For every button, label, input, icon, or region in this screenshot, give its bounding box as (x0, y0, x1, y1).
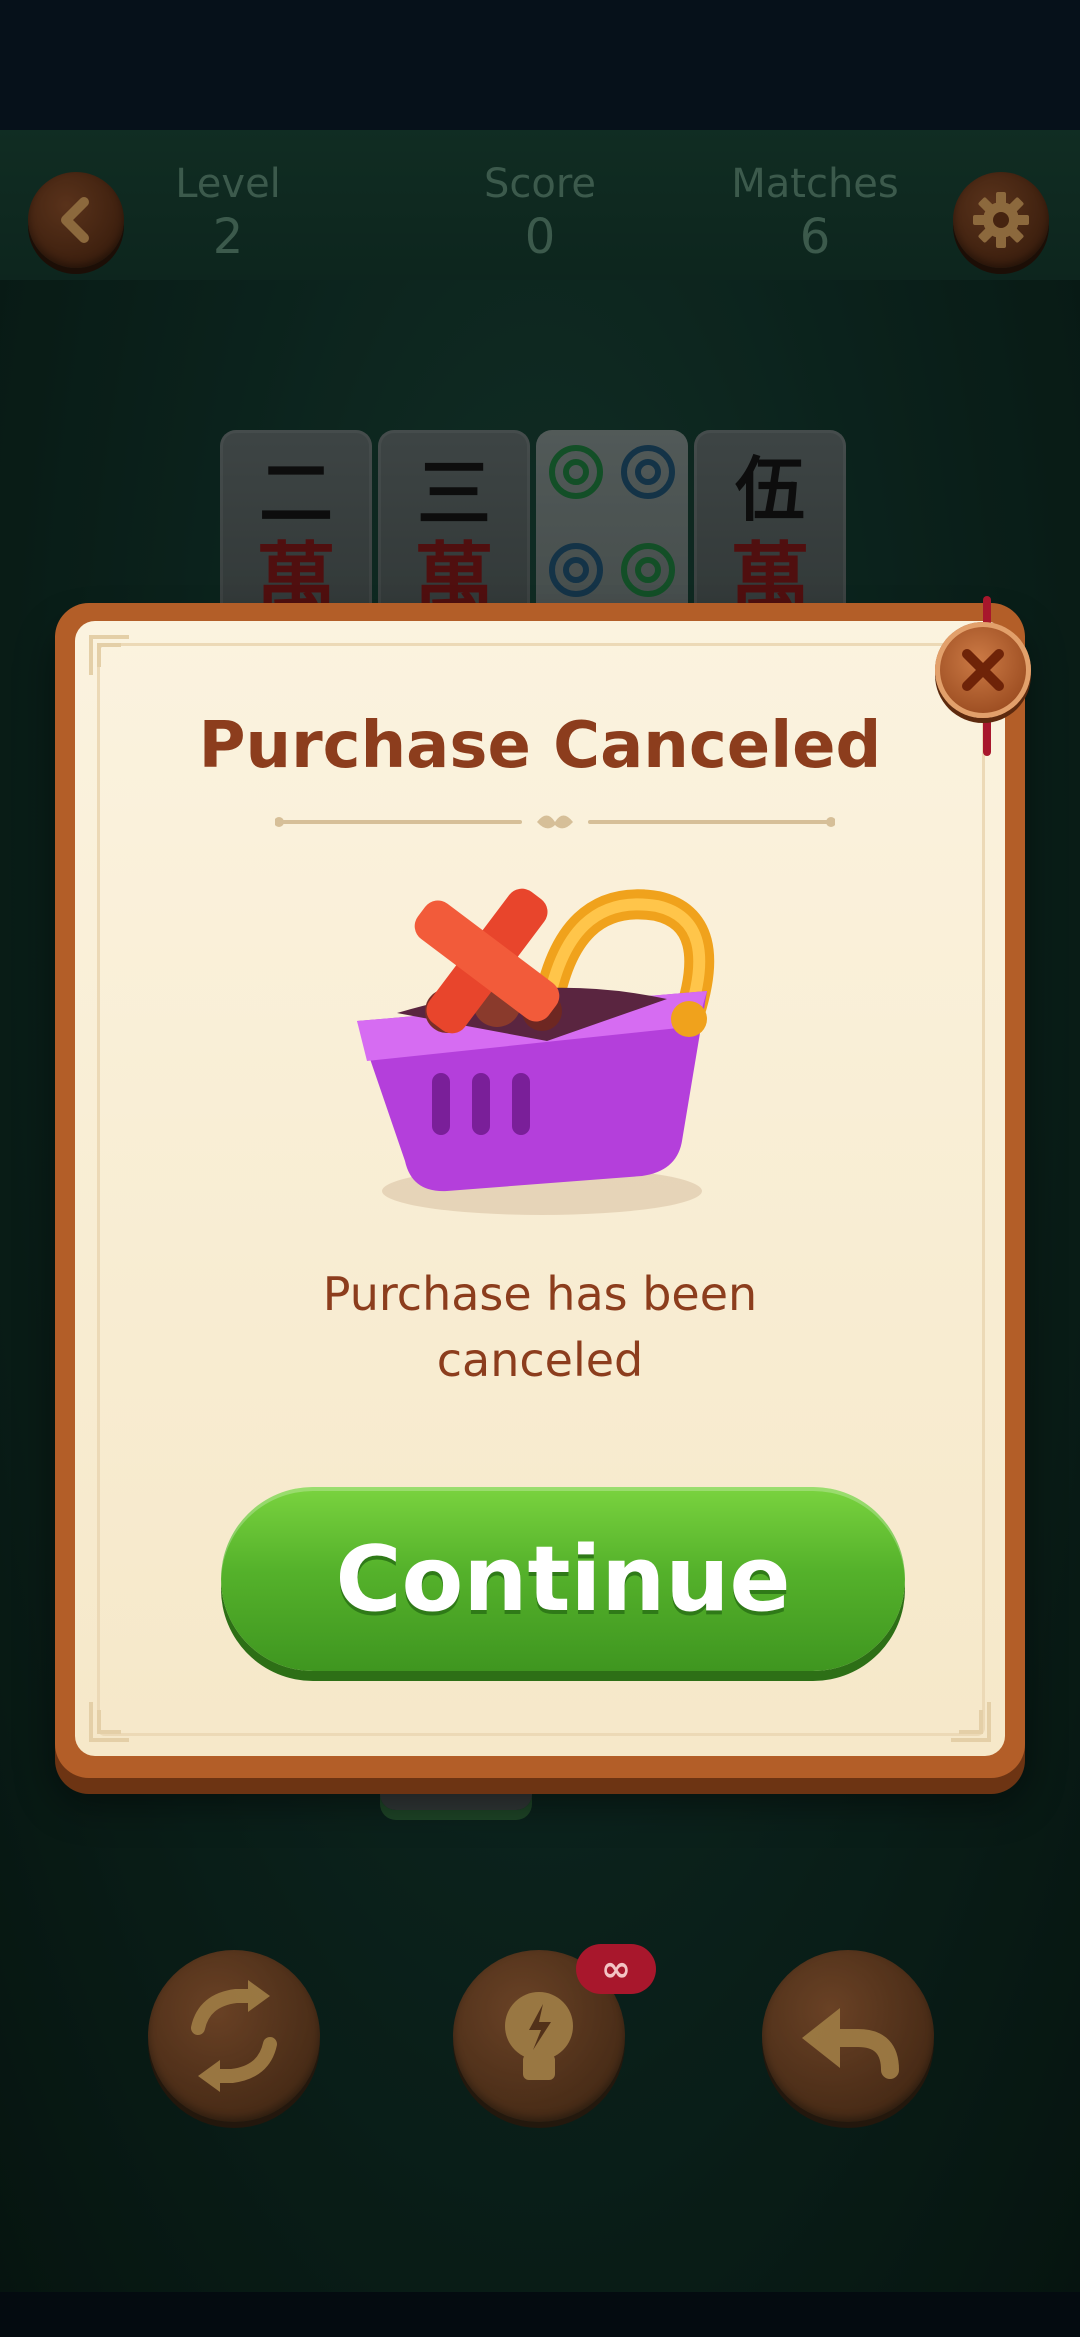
home-indicator-bar (0, 2292, 1080, 2337)
shuffle-button[interactable] (148, 1950, 320, 2122)
dialog-message: Purchase has been canceled (322, 1267, 758, 1387)
shuffle-icon (191, 1980, 277, 2092)
dialog-panel: Purchase Canceled Purchase has been canc… (75, 621, 1005, 1756)
undo-icon (802, 2008, 899, 2079)
title-divider-icon (275, 815, 835, 829)
close-button[interactable] (935, 622, 1031, 718)
purchase-canceled-dialog: Purchase Canceled Purchase has been canc… (55, 603, 1025, 1778)
hint-count-badge: ∞ (576, 1944, 656, 1994)
basket-icon (357, 888, 715, 1215)
close-icon (962, 649, 1004, 691)
continue-button[interactable]: Continue (221, 1487, 905, 1671)
dialog-title: Purchase Canceled (198, 709, 882, 783)
status-bar (0, 0, 1080, 130)
corner-ornament-icon (89, 1702, 129, 1742)
corner-ornament-icon (951, 1702, 991, 1742)
corner-ornament-icon (89, 635, 129, 675)
undo-button[interactable] (762, 1950, 934, 2122)
